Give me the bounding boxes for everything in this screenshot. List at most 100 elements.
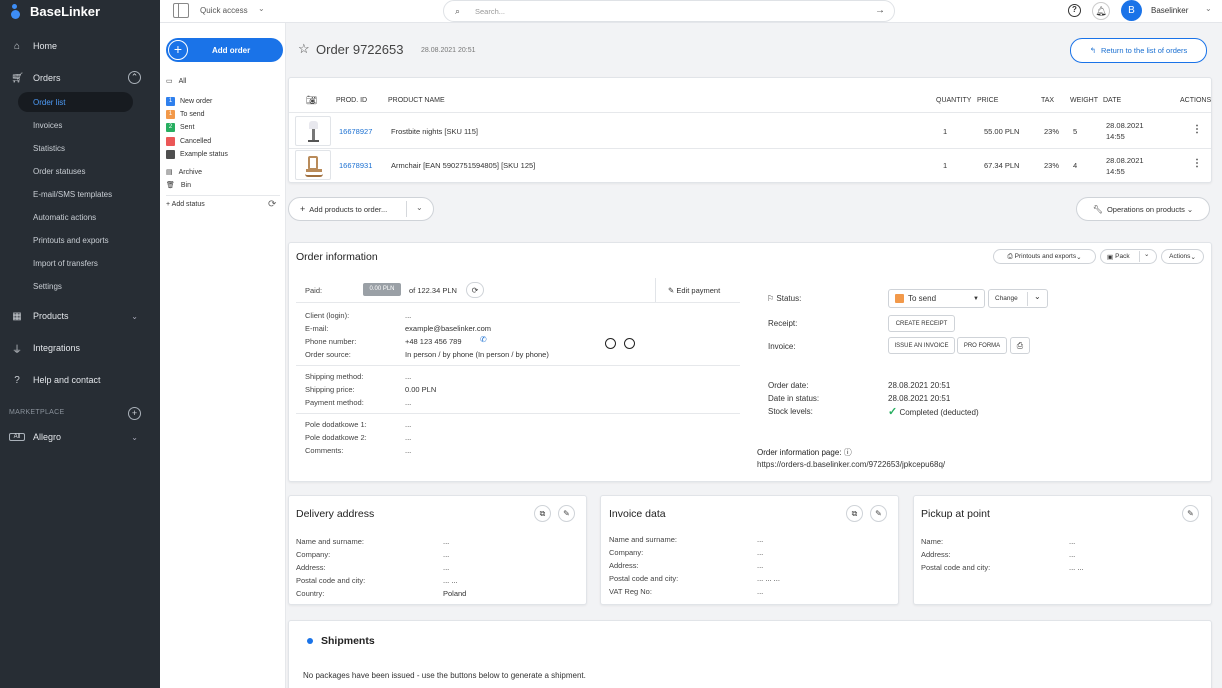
chevron-down-icon[interactable]: ⌄ (1144, 250, 1149, 258)
status-bin[interactable]: 🗑︎ Bin (166, 179, 191, 191)
return-to-list-button[interactable]: ↰ Return to the list of orders (1070, 38, 1207, 63)
pro-forma-button[interactable]: PRO FORMA (957, 337, 1007, 354)
edit-icon[interactable]: ✎ (1182, 505, 1199, 522)
nav-orders-label: Orders (33, 73, 61, 83)
chevron-down-icon[interactable]: ⌄ (1205, 4, 1212, 13)
sidebar-item-order-statuses[interactable]: Order statuses (18, 161, 133, 181)
add-products-button[interactable]: + Add products to order... ⌄ (288, 197, 434, 221)
status-item[interactable]: 2 Sent (166, 121, 194, 133)
status-archive[interactable]: ▤ Archive (166, 166, 202, 178)
refresh-icon[interactable]: ⟳ (268, 199, 276, 210)
copy-icon[interactable]: ⧉ (846, 505, 863, 522)
sidebar-item-email-sms[interactable]: E-mail/SMS templates (18, 184, 133, 204)
chevron-down-icon: ⌄ (1076, 253, 1082, 261)
bell-icon[interactable]: 🔔︎ (1092, 2, 1110, 20)
invoice_data-field-value: ... (757, 587, 764, 596)
col-quantity: QUANTITY (936, 97, 972, 104)
shipping-method-label: Shipping method: (305, 372, 364, 381)
edit-payment-button[interactable]: ✎ Edit payment (668, 286, 720, 295)
sidebar-item-printouts[interactable]: Printouts and exports (18, 230, 133, 250)
col-tax: TAX (1041, 97, 1055, 104)
sidebar-item-import-transfers[interactable]: Import of transfers (18, 253, 133, 273)
status-item[interactable]: Cancelled (166, 135, 211, 147)
row-actions-icon[interactable]: ⋮ (1192, 158, 1202, 169)
delivery-field-value: Poland (443, 589, 467, 598)
col-price: PRICE (977, 97, 999, 104)
add-status-link[interactable]: + Add status (166, 201, 205, 208)
invoice-title: Invoice data (609, 508, 666, 520)
sidebar-item-invoices[interactable]: Invoices (18, 115, 133, 135)
status-item[interactable]: Example status (166, 148, 228, 160)
add-marketplace-icon[interactable]: + (128, 407, 141, 420)
product-id-link[interactable]: 16678927 (339, 127, 372, 136)
status-select[interactable]: To send ▼ (888, 289, 985, 308)
payment-method-value: ... (405, 398, 412, 407)
camera-icon: 📷︎ (306, 95, 318, 105)
product-thumbnail[interactable] (295, 150, 331, 180)
status-label: ⚐ Status: (767, 294, 802, 303)
status-item[interactable]: 1 New order (166, 95, 212, 107)
product-id-link[interactable]: 16678931 (339, 161, 372, 170)
issue-invoice-button[interactable]: ISSUE AN INVOICE (888, 337, 955, 354)
plus-icon: + (300, 204, 306, 214)
layout-toggle-icon[interactable] (173, 3, 189, 18)
star-icon[interactable]: ☆ (298, 41, 310, 57)
search-submit-icon[interactable]: → (875, 5, 885, 16)
actions-button[interactable]: Actions ⌄ (1161, 249, 1204, 264)
paid-amount-badge: 0.00 PLN (363, 283, 401, 296)
create-receipt-button[interactable]: CREATE RECEIPT (888, 315, 955, 332)
quick-access[interactable]: Quick access (200, 6, 248, 15)
plug-icon: ⏚ (12, 344, 22, 356)
help-icon[interactable]: ? (1068, 4, 1081, 17)
delivery-field-label: Postal code and city: (296, 576, 366, 585)
nav-orders[interactable]: 🛒︎ Orders ⌃ (0, 68, 160, 88)
search-bar[interactable]: ⌕ Search... → (443, 0, 895, 22)
sidebar-item-automatic-actions[interactable]: Automatic actions (18, 207, 133, 227)
pencil-icon: ✎ (668, 286, 675, 295)
order-info-page-link[interactable]: https://orders-d.baselinker.com/9722653/… (757, 460, 945, 469)
order-info-card (288, 242, 1212, 482)
chevron-down-icon[interactable]: ⌄ (416, 203, 423, 212)
order-info-title: Order information (296, 251, 378, 263)
chevron-down-icon[interactable]: ⌄ (1034, 292, 1041, 301)
add-order-button[interactable]: + Add order (166, 38, 283, 62)
sidebar-item-statistics[interactable]: Statistics (18, 138, 133, 158)
operations-on-products-button[interactable]: 🔧︎ Operations on products ⌄ (1076, 197, 1210, 221)
status-label: Cancelled (180, 137, 212, 145)
printouts-exports-button[interactable]: ⎙ Printouts and exports ⌄ (993, 249, 1096, 264)
nav-help[interactable]: ? Help and contact (0, 370, 160, 390)
avatar[interactable]: B (1121, 0, 1142, 21)
delivery-field-value: ... (443, 563, 450, 572)
logo[interactable]: BaseLinker (10, 2, 100, 20)
edit-icon[interactable]: ✎ (870, 505, 887, 522)
nav-allegro-label: Allegro (33, 432, 62, 442)
copy-icon[interactable]: ⧉ (534, 505, 551, 522)
edit-icon[interactable]: ✎ (558, 505, 575, 522)
status-all[interactable]: ▭ All (166, 75, 186, 87)
email-value: example@baselinker.com (405, 324, 491, 333)
refresh-payment-icon[interactable]: ⟳ (466, 282, 484, 298)
row-actions-icon[interactable]: ⋮ (1192, 124, 1202, 135)
search-input[interactable]: Search... (475, 7, 505, 16)
chevron-down-icon[interactable]: ⌄ (258, 4, 265, 13)
product-date: 28.08.2021 (1106, 121, 1144, 130)
nav-allegro[interactable]: All Allegro ⌄ (0, 427, 160, 447)
status-label: New order (180, 97, 213, 105)
change-status-button[interactable]: Change ⌄ (988, 289, 1048, 308)
col-prod-id: PROD. ID (336, 97, 368, 104)
nav-integrations[interactable]: ⏚ Integrations (0, 338, 160, 358)
collapse-orders-icon[interactable]: ⌃ (128, 71, 141, 84)
help-icon[interactable]: ⓘ (844, 448, 852, 457)
sidebar-item-settings[interactable]: Settings (18, 276, 133, 296)
sidebar-item-order-list[interactable]: Order list (18, 92, 133, 112)
nav-products[interactable]: ▦ Products ⌄ (0, 306, 160, 326)
user-name[interactable]: Baselinker (1151, 6, 1188, 15)
status-item[interactable]: 1 To send (166, 108, 205, 120)
sidebar: BaseLinker ⌂ Home 🛒︎ Orders ⌃ Order list… (0, 0, 160, 688)
products-icon: ▦ (12, 310, 22, 322)
product-thumbnail[interactable] (295, 116, 331, 146)
pack-button[interactable]: ▣ Pack ⌄ (1100, 249, 1157, 264)
printer-icon[interactable]: ⎙ (1010, 337, 1030, 354)
phone-icon[interactable]: ✆ (480, 335, 487, 344)
nav-home[interactable]: ⌂ Home (0, 36, 160, 56)
